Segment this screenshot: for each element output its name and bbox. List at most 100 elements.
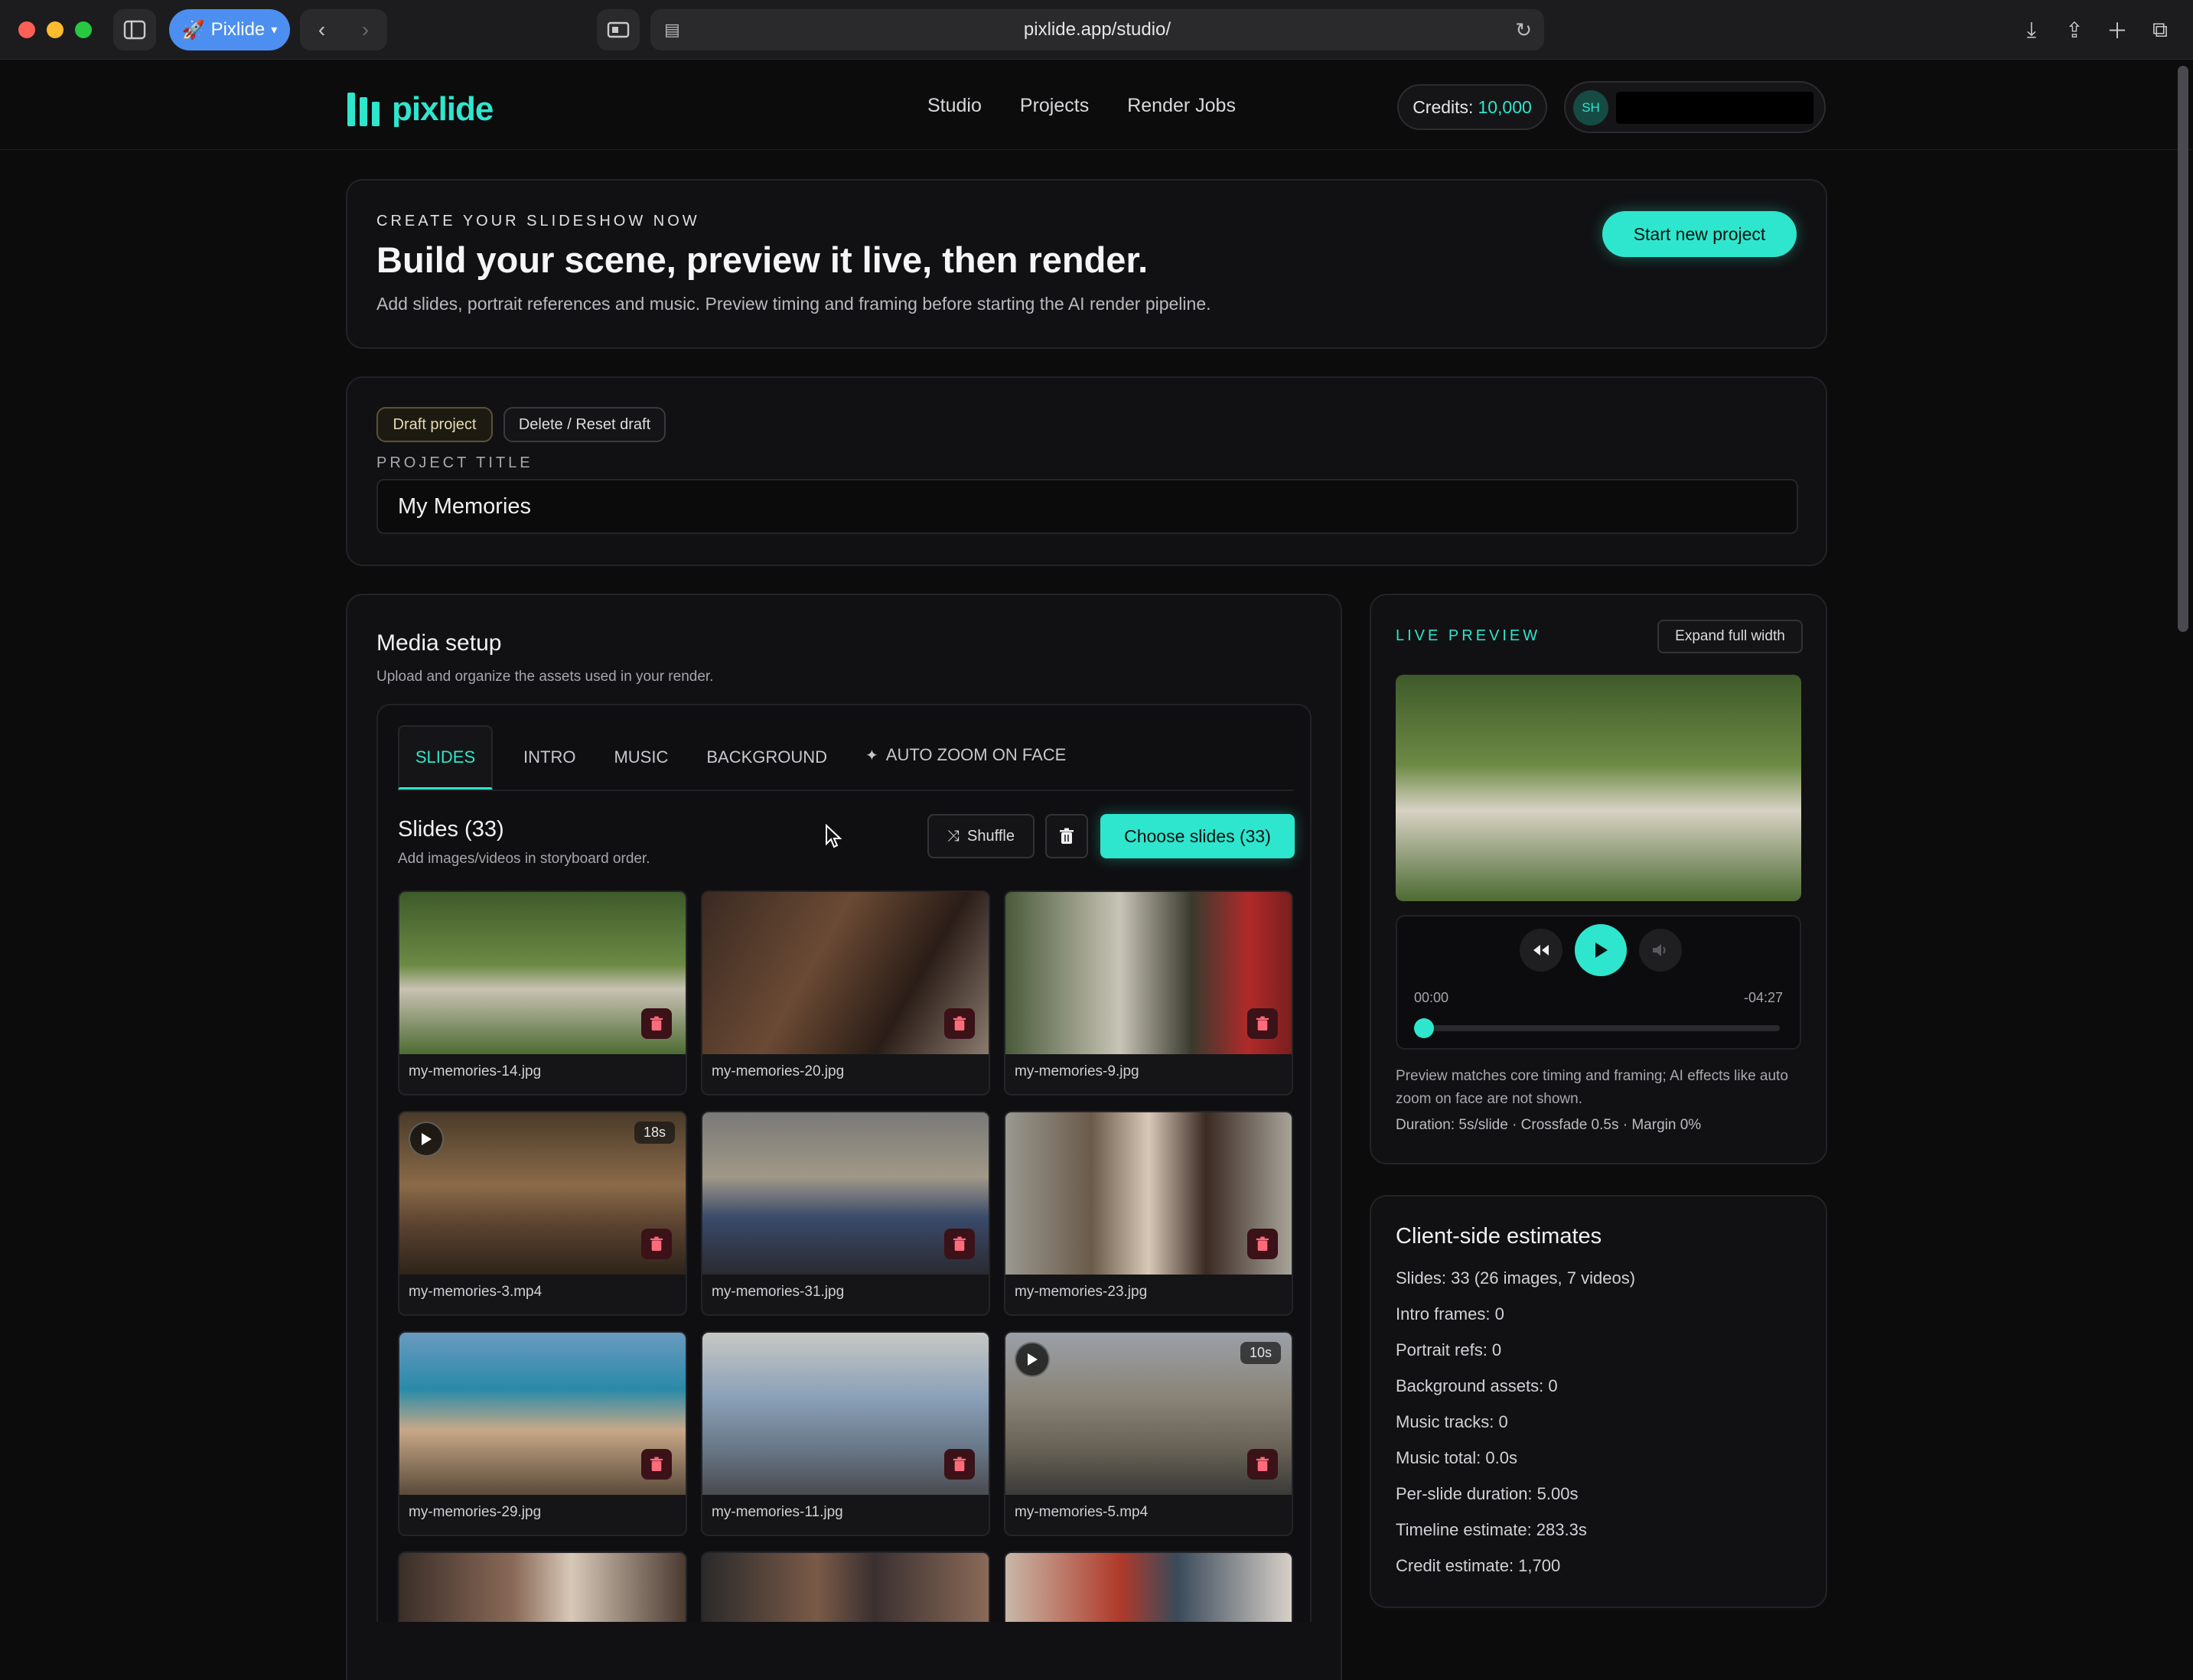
main-nav: Studio Projects Render Jobs xyxy=(927,95,1236,117)
sidebar-toggle-button[interactable] xyxy=(113,9,156,50)
start-new-project-button[interactable]: Start new project xyxy=(1602,211,1797,257)
delete-all-slides-button[interactable] xyxy=(1045,814,1088,858)
tab-group-label: Pixlide xyxy=(210,19,266,40)
downloads-icon[interactable]: ⤓ xyxy=(2012,9,2051,50)
preview-seek-bar[interactable] xyxy=(1414,1018,1780,1038)
page-scrollbar[interactable] xyxy=(2178,66,2188,632)
estimates-list: Slides: 33 (26 images, 7 videos) Intro f… xyxy=(1396,1268,1635,1592)
slide-filename: my-memories-29.jpg xyxy=(409,1504,542,1520)
address-bar[interactable]: ▤ pixlide.app/studio/ ↻ xyxy=(650,9,1544,50)
slide-tile[interactable]: my-memories-29.jpg xyxy=(398,1331,687,1536)
tab-slides[interactable]: SLIDES xyxy=(398,725,493,790)
close-window-button[interactable] xyxy=(18,21,35,38)
delete-slide-button[interactable] xyxy=(944,1229,975,1259)
current-time: 00:00 xyxy=(1414,990,1449,1005)
tab-auto-zoom-label: AUTO ZOOM ON FACE xyxy=(885,745,1067,764)
delete-slide-button[interactable] xyxy=(641,1449,672,1480)
slide-filename: my-memories-20.jpg xyxy=(712,1063,845,1079)
video-duration-badge: 10s xyxy=(1240,1342,1281,1364)
tab-auto-zoom-on-face[interactable]: ✦ AUTO ZOOM ON FACE xyxy=(865,745,1066,765)
tab-music[interactable]: MUSIC xyxy=(614,747,668,767)
play-preview-button[interactable] xyxy=(1575,924,1627,976)
user-menu[interactable]: SH xyxy=(1564,81,1826,133)
forward-icon[interactable]: › xyxy=(362,18,369,42)
play-icon xyxy=(1028,1353,1038,1366)
hero-eyebrow: CREATE YOUR SLIDESHOW NOW xyxy=(376,213,700,230)
mouse-cursor-icon xyxy=(826,824,842,848)
rewind-button[interactable] xyxy=(1520,929,1562,972)
choose-slides-button[interactable]: Choose slides (33) xyxy=(1100,814,1295,858)
nav-studio[interactable]: Studio xyxy=(927,95,982,117)
sidebar-icon xyxy=(123,20,146,40)
share-icon[interactable]: ⇪ xyxy=(2055,9,2094,50)
delete-slide-button[interactable] xyxy=(944,1449,975,1480)
delete-slide-button[interactable] xyxy=(641,1229,672,1259)
new-tab-icon[interactable]: ＋ xyxy=(2098,9,2136,50)
trash-icon xyxy=(953,1016,966,1030)
media-setup-title: Media setup xyxy=(376,630,502,656)
volume-icon xyxy=(1653,944,1666,956)
tab-overview-icon[interactable]: ⧉ xyxy=(2141,9,2179,50)
play-video-button[interactable] xyxy=(1015,1342,1050,1377)
slide-tile[interactable]: my-memories-9.jpg xyxy=(1004,890,1293,1096)
reload-icon[interactable]: ↻ xyxy=(1515,18,1532,42)
shuffle-button[interactable]: ⤨ Shuffle xyxy=(927,814,1035,858)
slide-tile[interactable]: 10s my-memories-5.mp4 xyxy=(1004,1331,1293,1536)
slide-tile[interactable] xyxy=(398,1551,687,1622)
slide-thumbnail xyxy=(702,1553,989,1622)
reader-button[interactable] xyxy=(597,9,640,50)
estimate-timeline: Timeline estimate: 283.3s xyxy=(1396,1520,1587,1539)
credits-value: 10,000 xyxy=(1478,96,1532,117)
url-text: pixlide.app/studio/ xyxy=(1023,19,1171,40)
sparkle-icon: ✦ xyxy=(865,747,878,764)
seek-handle[interactable] xyxy=(1414,1018,1434,1038)
expand-full-width-button[interactable]: Expand full width xyxy=(1657,620,1803,653)
slide-filename: my-memories-11.jpg xyxy=(712,1504,843,1520)
slide-filename: my-memories-9.jpg xyxy=(1015,1063,1139,1079)
delete-slide-button[interactable] xyxy=(1247,1008,1278,1039)
slides-heading: Slides (33) xyxy=(398,817,504,842)
delete-slide-button[interactable] xyxy=(1247,1229,1278,1259)
remaining-time: -04:27 xyxy=(1743,990,1783,1005)
mute-button[interactable] xyxy=(1639,929,1682,972)
slide-tile[interactable] xyxy=(1004,1551,1293,1622)
slide-thumbnail xyxy=(1005,1553,1292,1622)
delete-slide-button[interactable] xyxy=(944,1008,975,1039)
estimate-slides: Slides: 33 (26 images, 7 videos) xyxy=(1396,1268,1636,1288)
estimate-credits: Credit estimate: 1,700 xyxy=(1396,1556,1561,1575)
play-icon xyxy=(422,1133,432,1145)
play-video-button[interactable] xyxy=(409,1122,444,1157)
delete-slide-button[interactable] xyxy=(1247,1449,1278,1480)
preview-note: Preview matches core timing and framing;… xyxy=(1396,1068,1788,1107)
slide-tile[interactable]: 18s my-memories-3.mp4 xyxy=(398,1111,687,1316)
minimize-window-button[interactable] xyxy=(47,21,64,38)
delete-reset-draft-button[interactable]: Delete / Reset draft xyxy=(503,407,666,442)
tab-background[interactable]: BACKGROUND xyxy=(706,747,827,767)
estimate-background-assets: Background assets: 0 xyxy=(1396,1376,1558,1395)
trash-icon xyxy=(1256,1236,1269,1251)
slide-tile[interactable]: my-memories-31.jpg xyxy=(701,1111,990,1316)
slide-tile[interactable]: my-memories-14.jpg xyxy=(398,890,687,1096)
project-card: Draft project Delete / Reset draft PROJE… xyxy=(346,376,1827,566)
project-title-label: PROJECT TITLE xyxy=(376,454,533,471)
logo[interactable]: pixlide xyxy=(347,90,494,129)
media-setup-subtitle: Upload and organize the assets used in y… xyxy=(376,669,714,685)
estimate-per-slide-duration: Per-slide duration: 5.00s xyxy=(1396,1484,1579,1503)
project-title-input[interactable]: My Memories xyxy=(376,479,1798,534)
history-nav: ‹ › xyxy=(300,9,387,50)
delete-slide-button[interactable] xyxy=(641,1008,672,1039)
page-settings-icon[interactable]: ▤ xyxy=(664,20,684,40)
zoom-window-button[interactable] xyxy=(75,21,92,38)
slide-tile[interactable]: my-memories-20.jpg xyxy=(701,890,990,1096)
slide-tile[interactable]: my-memories-11.jpg xyxy=(701,1331,990,1536)
slide-filename: my-memories-3.mp4 xyxy=(409,1284,543,1300)
nav-projects[interactable]: Projects xyxy=(1020,95,1089,117)
slide-filename: my-memories-23.jpg xyxy=(1015,1284,1148,1300)
nav-render-jobs[interactable]: Render Jobs xyxy=(1127,95,1236,117)
redacted-username xyxy=(1616,92,1813,124)
tab-group-button[interactable]: 🚀 Pixlide ▾ xyxy=(169,9,290,50)
slide-tile[interactable] xyxy=(701,1551,990,1622)
slide-tile[interactable]: my-memories-23.jpg xyxy=(1004,1111,1293,1316)
back-icon[interactable]: ‹ xyxy=(318,18,325,42)
tab-intro[interactable]: INTRO xyxy=(523,747,575,767)
